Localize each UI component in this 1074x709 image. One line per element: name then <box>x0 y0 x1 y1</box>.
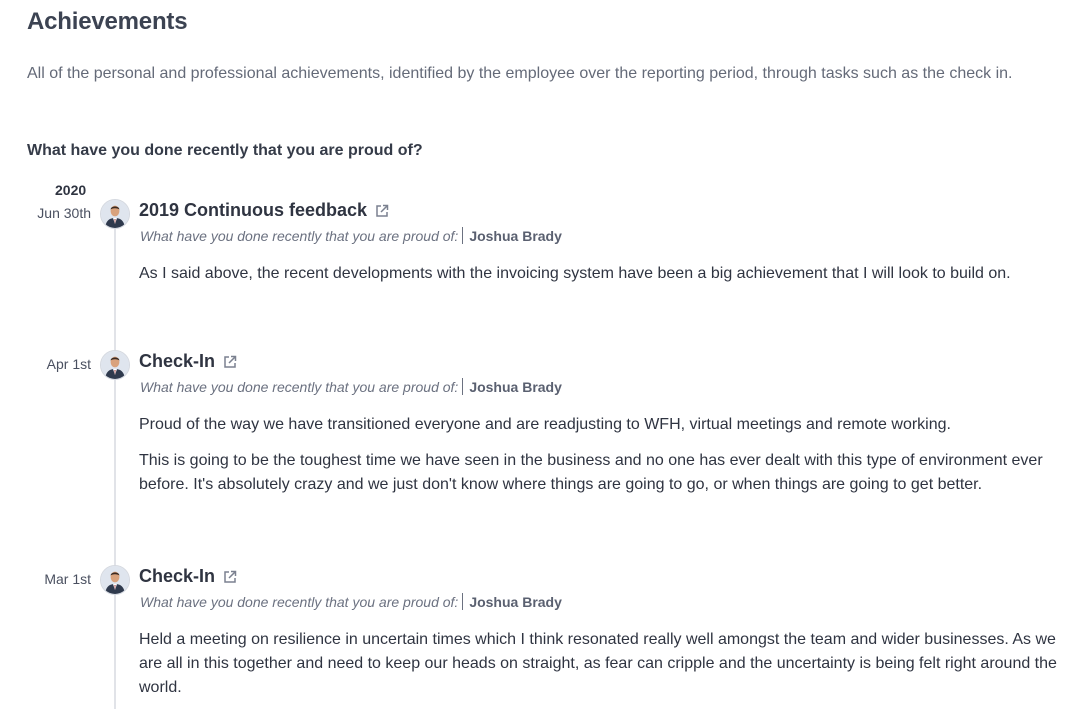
entry-title-link[interactable]: Check-In <box>139 566 215 587</box>
entry-meta: What have you done recently that you are… <box>140 593 562 610</box>
achievements-page: Achievements All of the personal and pro… <box>0 0 1074 709</box>
entry-date: Jun 30th <box>37 205 91 221</box>
entry-author: Joshua Brady <box>469 593 562 610</box>
entry-paragraph: Held a meeting on resilience in uncertai… <box>139 631 1057 696</box>
user-avatar-icon <box>101 200 129 228</box>
avatar[interactable] <box>100 199 130 229</box>
entry-body: Proud of the way we have transitioned ev… <box>139 413 1069 509</box>
entry-title-link[interactable]: Check-In <box>139 351 215 372</box>
user-avatar-icon <box>101 351 129 379</box>
external-link-icon[interactable] <box>374 203 390 219</box>
question-heading: What have you done recently that you are… <box>27 142 423 159</box>
entry-paragraph: This is going to be the toughest time we… <box>139 452 1043 493</box>
entry-meta: What have you done recently that you are… <box>140 227 562 244</box>
entry-question-label: What have you done recently that you are… <box>140 378 459 395</box>
meta-divider <box>462 593 464 610</box>
entry-question-label: What have you done recently that you are… <box>140 227 459 244</box>
entry-paragraph: Proud of the way we have transitioned ev… <box>139 416 951 433</box>
entry-title-row: Check-In <box>139 351 238 372</box>
user-avatar-icon <box>101 566 129 594</box>
timeline-line <box>114 225 116 709</box>
meta-divider <box>462 227 464 244</box>
entry-author: Joshua Brady <box>469 227 562 244</box>
avatar[interactable] <box>100 565 130 595</box>
timeline-year: 2020 <box>55 182 87 198</box>
entry-meta: What have you done recently that you are… <box>140 378 562 395</box>
page-title: Achievements <box>27 8 188 35</box>
entry-paragraph: As I said above, the recent developments… <box>139 265 1011 282</box>
section-description: All of the personal and professional ach… <box>27 65 1013 82</box>
entry-date: Mar 1st <box>44 571 91 587</box>
external-link-icon[interactable] <box>222 569 238 585</box>
entry-title-link[interactable]: 2019 Continuous feedback <box>139 200 367 221</box>
entry-date: Apr 1st <box>46 356 91 372</box>
entry-question-label: What have you done recently that you are… <box>140 593 459 610</box>
entry-title-row: Check-In <box>139 566 238 587</box>
entry-body: As I said above, the recent developments… <box>139 262 1069 298</box>
avatar[interactable] <box>100 350 130 380</box>
meta-divider <box>462 378 464 395</box>
entry-body: Held a meeting on resilience in uncertai… <box>139 628 1069 709</box>
external-link-icon[interactable] <box>222 354 238 370</box>
entry-author: Joshua Brady <box>469 378 562 395</box>
entry-title-row: 2019 Continuous feedback <box>139 200 390 221</box>
